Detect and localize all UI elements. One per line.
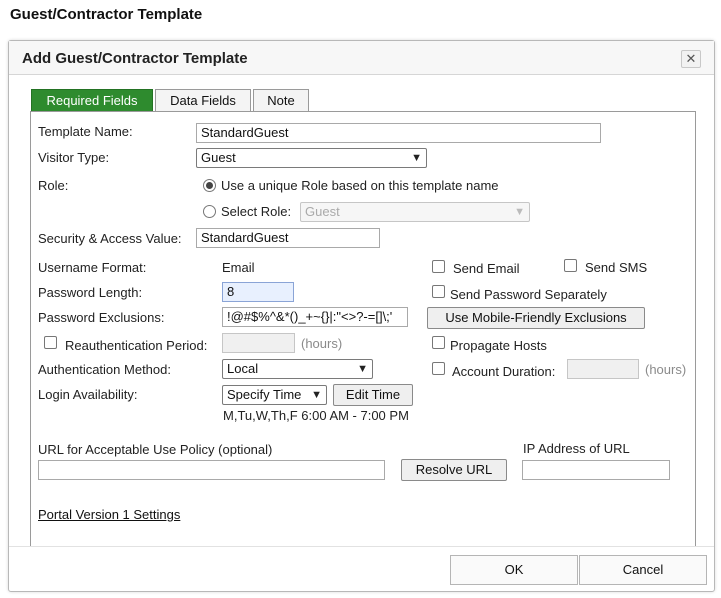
login-availability-label: Login Availability:	[38, 387, 138, 402]
dialog-title: Add Guest/Contractor Template	[22, 50, 248, 67]
security-access-input[interactable]: StandardGuest	[196, 228, 380, 248]
portal-version-settings-link[interactable]: Portal Version 1 Settings	[38, 507, 180, 522]
send-sms-checkbox[interactable]	[564, 259, 577, 272]
chevron-down-icon: ▼	[514, 206, 525, 218]
footer-divider	[9, 546, 714, 547]
password-length-label: Password Length:	[38, 285, 143, 300]
authentication-method-value: Local	[227, 361, 259, 376]
role-select-value: Guest	[305, 204, 340, 219]
close-icon[interactable]: ✕	[681, 50, 701, 68]
edit-time-button[interactable]: Edit Time	[333, 384, 413, 406]
role-unique-label: Use a unique Role based on this template…	[221, 178, 499, 193]
tab-data-fields[interactable]: Data Fields	[155, 89, 251, 112]
role-label: Role:	[38, 178, 69, 193]
visitor-type-label: Visitor Type:	[38, 150, 110, 165]
ip-address-label: IP Address of URL	[523, 441, 630, 456]
visitor-type-value: Guest	[201, 150, 236, 165]
reauthentication-label: Reauthentication Period:	[65, 338, 208, 353]
chevron-down-icon: ▼	[311, 389, 322, 401]
propagate-hosts-checkbox[interactable]	[432, 336, 445, 349]
aup-url-label: URL for Acceptable Use Policy (optional)	[38, 442, 273, 457]
dialog-header: Add Guest/Contractor Template ✕	[9, 41, 714, 75]
ip-address-input[interactable]	[522, 460, 670, 480]
role-select-label: Select Role:	[221, 204, 292, 219]
ok-button[interactable]: OK	[450, 555, 578, 585]
authentication-method-select[interactable]: Local ▼	[222, 359, 373, 379]
username-format-value: Email	[222, 260, 255, 275]
tab-note[interactable]: Note	[253, 89, 309, 112]
account-duration-unit: (hours)	[645, 362, 687, 377]
role-unique-radio[interactable]	[203, 179, 216, 192]
template-name-label: Template Name:	[38, 124, 133, 139]
reauthentication-input[interactable]	[222, 333, 295, 353]
send-password-separately-checkbox[interactable]	[432, 285, 445, 298]
template-name-input[interactable]: StandardGuest	[196, 123, 601, 143]
visitor-type-select[interactable]: Guest ▼	[196, 148, 427, 168]
add-template-dialog: Add Guest/Contractor Template ✕ Required…	[8, 40, 715, 592]
password-length-input[interactable]: 8	[222, 282, 294, 302]
login-availability-value: Specify Time	[227, 387, 302, 402]
send-email-checkbox[interactable]	[432, 260, 445, 273]
account-duration-checkbox[interactable]	[432, 362, 445, 375]
role-select[interactable]: Guest ▼	[300, 202, 530, 222]
account-duration-label: Account Duration:	[452, 364, 556, 379]
send-password-separately-label: Send Password Separately	[450, 287, 607, 302]
cancel-button[interactable]: Cancel	[579, 555, 707, 585]
account-duration-input[interactable]	[567, 359, 639, 379]
login-schedule-text: M,Tu,W,Th,F 6:00 AM - 7:00 PM	[223, 408, 409, 423]
password-exclusions-input[interactable]: !@#$%^&*()_+~{}|:"<>?-=[]\;'	[222, 307, 408, 327]
username-format-label: Username Format:	[38, 260, 147, 275]
send-sms-label: Send SMS	[585, 260, 648, 275]
page-title: Guest/Contractor Template	[10, 6, 203, 23]
send-email-label: Send Email	[453, 261, 520, 276]
propagate-hosts-label: Propagate Hosts	[450, 338, 547, 353]
role-select-radio[interactable]	[203, 205, 216, 218]
login-availability-select[interactable]: Specify Time ▼	[222, 385, 327, 405]
password-exclusions-label: Password Exclusions:	[38, 310, 165, 325]
tab-required-fields[interactable]: Required Fields	[31, 89, 153, 112]
chevron-down-icon: ▼	[357, 363, 368, 375]
resolve-url-button[interactable]: Resolve URL	[401, 459, 507, 481]
authentication-method-label: Authentication Method:	[38, 362, 171, 377]
security-access-label: Security & Access Value:	[38, 231, 182, 246]
chevron-down-icon: ▼	[411, 152, 422, 164]
reauthentication-unit: (hours)	[301, 336, 343, 351]
reauthentication-checkbox[interactable]	[44, 336, 57, 349]
required-fields-panel	[30, 111, 696, 547]
mobile-friendly-exclusions-button[interactable]: Use Mobile-Friendly Exclusions	[427, 307, 645, 329]
aup-url-input[interactable]	[38, 460, 385, 480]
